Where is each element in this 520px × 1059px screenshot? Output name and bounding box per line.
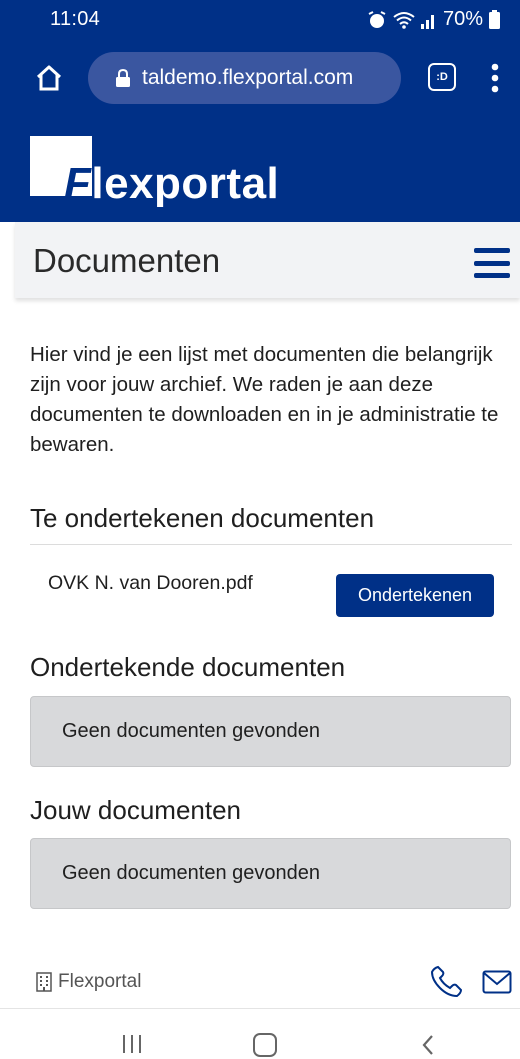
section-title-signed: Ondertekende documenten [30,652,346,682]
hamburger-menu-icon[interactable] [474,248,510,278]
section-title-yours: Jouw documenten [30,795,242,825]
mail-icon[interactable] [482,970,512,994]
empty-state-yours: Geen documenten gevonden [30,838,511,909]
document-name[interactable]: OVK N. van Dooren.pdf [48,572,253,595]
back-icon[interactable] [420,1033,436,1057]
page-title: Documenten [33,242,221,279]
lock-icon [116,69,130,87]
footer-brand[interactable]: Flexportal [36,971,141,993]
browser-chrome: 11:04 70% taldemo.flexportal.com :D [0,0,520,126]
home-icon[interactable] [34,63,64,93]
site-header: Flexportal [0,126,520,222]
home-button-icon[interactable] [253,1033,277,1057]
recent-apps-icon[interactable] [121,1033,143,1055]
page-title-bar: Documenten [15,222,520,298]
status-bar: 11:04 70% [0,0,520,40]
logo-text: Flexportal [64,159,280,208]
intro-text: Hier vind je een lijst met documenten di… [30,343,499,456]
url-bar-row: taldemo.flexportal.com :D [0,50,520,106]
status-icons: 70% [367,8,500,31]
alarm-icon [368,10,386,28]
footer-brand-text: Flexportal [58,971,142,992]
android-nav-bar [0,1009,520,1059]
address-bar[interactable]: taldemo.flexportal.com [88,52,401,104]
document-row: OVK N. van Dooren.pdf Ondertekenen [30,556,512,624]
section-divider [30,544,512,545]
empty-message: Geen documenten gevonden [62,720,320,742]
tab-switcher-button[interactable]: :D [428,63,456,91]
flexportal-logo[interactable]: Flexportal [30,136,279,211]
section-title-to-sign: Te ondertekenen documenten [30,503,375,533]
sign-button[interactable]: Ondertekenen [336,574,494,617]
empty-state-signed: Geen documenten gevonden [30,696,511,767]
empty-message: Geen documenten gevonden [62,862,320,884]
building-icon [36,972,52,992]
battery-icon [489,10,500,29]
signal-icon [420,14,434,29]
status-time: 11:04 [50,8,101,30]
more-menu-icon[interactable] [490,62,500,94]
battery-level: 70% [442,8,483,30]
phone-icon[interactable] [430,964,464,998]
wifi-icon [393,11,415,29]
url-text: taldemo.flexportal.com [142,66,354,89]
